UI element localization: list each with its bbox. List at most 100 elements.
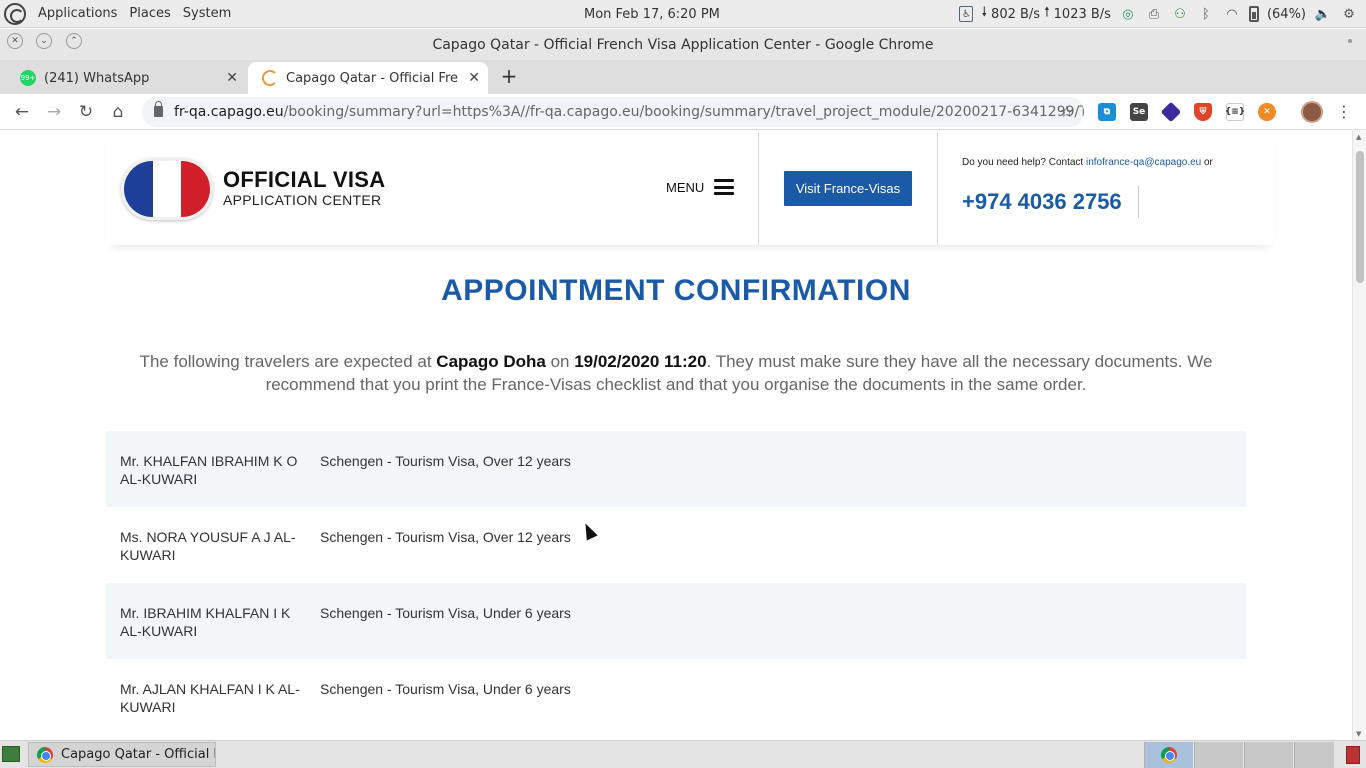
panel-clock[interactable]: Mon Feb 17, 6:20 PM <box>584 0 720 28</box>
menu-label: MENU <box>666 179 705 195</box>
traveler-row: Ms. NORA YOUSUF A J AL-KUWARI Schengen -… <box>106 507 1246 583</box>
appointment-datetime: 19/02/2020 11:20 <box>574 352 707 371</box>
accessibility-icon[interactable]: ♿ <box>959 6 974 22</box>
chrome-icon <box>37 746 53 763</box>
traveler-row: Mr. KHALFAN IBRAHIM K O AL-KUWARI Scheng… <box>106 431 1246 507</box>
wifi-icon[interactable]: ◠ <box>1223 5 1241 23</box>
new-tab-icon[interactable]: + <box>498 66 520 88</box>
battery-percent: (64%) <box>1266 6 1306 22</box>
header-divider <box>937 131 938 245</box>
workspace-3[interactable] <box>1244 742 1293 768</box>
brand-title: OFFICIAL VISA <box>223 167 386 192</box>
tab-capago[interactable]: Capago Qatar - Official French ✕ <box>248 62 488 94</box>
traveler-name: Ms. NORA YOUSUF A J AL-KUWARI <box>120 529 296 563</box>
traveler-name: Mr. KHALFAN IBRAHIM K O AL-KUWARI <box>120 453 298 487</box>
window-titlebar: ✕ ⌄ ⌃ Capago Qatar - Official French Vis… <box>0 29 1366 60</box>
net-down-value: 802 B/s <box>991 6 1041 22</box>
visit-france-visas-button[interactable]: Visit France-Visas <box>784 171 912 206</box>
traveler-visa-type: Schengen - Tourism Visa, Over 12 years <box>320 453 571 469</box>
scroll-down-arrow-icon[interactable]: ▼ <box>1356 730 1361 738</box>
phone-divider <box>1138 186 1139 218</box>
menu-system[interactable]: System <box>177 0 237 27</box>
extension-screen-icon[interactable]: ⧉ <box>1098 103 1116 121</box>
capago-favicon-icon <box>262 70 278 86</box>
help-prefix: Do you need help? Contact <box>962 157 1086 168</box>
header-divider <box>758 131 759 245</box>
tab-label: (241) WhatsApp <box>44 70 150 86</box>
forward-arrow-icon[interactable]: → <box>44 102 64 122</box>
chrome-icon <box>1161 747 1177 763</box>
help-phone-number[interactable]: +974 4036 2756 <box>962 189 1122 215</box>
url-path: /booking/summary?url=https%3A//fr-qa.cap… <box>283 104 1084 120</box>
desktop-top-panel: Applications Places System Mon Feb 17, 6… <box>0 0 1366 28</box>
tab-label: Capago Qatar - Official French <box>286 70 458 86</box>
window-menu-dot-icon[interactable] <box>1348 39 1352 43</box>
page-title: APPOINTMENT CONFIRMATION <box>441 274 911 307</box>
printer-icon[interactable]: ⎙ <box>1145 5 1163 23</box>
help-email-link[interactable]: infofrance-qa@capago.eu <box>1086 157 1201 168</box>
address-bar[interactable]: fr-qa.capago.eu/booking/summary?url=http… <box>142 97 1084 127</box>
traveler-visa-type: Schengen - Tourism Visa, Under 6 years <box>320 605 571 621</box>
menu-places[interactable]: Places <box>123 0 176 27</box>
url-host: fr-qa.capago.eu <box>174 104 284 120</box>
menu-button[interactable]: MENU <box>666 175 735 199</box>
appointment-center: Capago Doha <box>436 352 546 371</box>
french-flag-logo[interactable] <box>121 158 213 220</box>
lock-icon[interactable] <box>154 101 163 117</box>
home-icon[interactable]: ⌂ <box>108 102 128 122</box>
tab-whatsapp[interactable]: 99+ (241) WhatsApp ✕ <box>6 62 246 94</box>
extension-diamond-icon[interactable] <box>1160 101 1182 123</box>
profile-avatar[interactable] <box>1301 101 1323 123</box>
workspace-2[interactable] <box>1194 742 1243 768</box>
taskbar-chrome-window[interactable]: Capago Qatar - Official F... <box>28 742 216 767</box>
upload-arrow-icon: 🠕 <box>1044 5 1050 20</box>
bookmark-star-icon[interactable]: ☆ <box>1060 102 1074 121</box>
os-logo-icon[interactable] <box>4 2 26 25</box>
workspace-4[interactable] <box>1294 742 1334 768</box>
back-arrow-icon[interactable]: ← <box>12 102 32 122</box>
intro-text-1: The following travelers are expected at <box>139 352 437 371</box>
chrome-menu-icon[interactable]: ⋮ <box>1336 102 1352 122</box>
workspace-1[interactable] <box>1144 742 1193 768</box>
extension-orange-icon[interactable]: ✕ <box>1258 103 1276 121</box>
extension-json-icon[interactable]: {≡} <box>1225 103 1245 121</box>
show-desktop-icon[interactable] <box>2 746 20 762</box>
page-scrollbar[interactable]: ▲ ▼ <box>1352 131 1366 740</box>
flag-white <box>152 161 182 217</box>
net-up-value: 1023 B/s <box>1053 6 1111 22</box>
scroll-up-arrow-icon[interactable]: ▲ <box>1356 133 1361 141</box>
taskbar-task-label: Capago Qatar - Official F... <box>61 747 216 762</box>
traveler-name: Mr. AJLAN KHALFAN I K AL-KUWARI <box>120 681 300 715</box>
menu-applications[interactable]: Applications <box>32 0 123 27</box>
tab-close-icon[interactable]: ✕ <box>468 70 480 86</box>
traveler-name: Mr. IBRAHIM KHALFAN I K AL-KUWARI <box>120 605 291 639</box>
system-tray: ♿ 🠗 802 B/s 🠕 1023 B/s ◎ ⎙ ⚇ ᛒ ◠ (64%) 🔈… <box>959 0 1358 28</box>
traveler-row: Mr. IBRAHIM KHALFAN I K AL-KUWARI Scheng… <box>106 583 1246 659</box>
help-contact-line: Do you need help? Contact infofrance-qa@… <box>962 157 1213 168</box>
flag-red <box>181 161 210 217</box>
site-header: OFFICIAL VISA APPLICATION CENTER MENU Vi… <box>106 131 1274 245</box>
travelers-table: Mr. KHALFAN IBRAHIM K O AL-KUWARI Scheng… <box>106 431 1246 735</box>
tab-close-icon[interactable]: ✕ <box>226 70 238 86</box>
flag-blue <box>124 161 153 217</box>
extension-selenium-icon[interactable]: Se <box>1130 103 1148 121</box>
sync-icon[interactable]: ◎ <box>1119 5 1137 23</box>
settings-gear-icon[interactable]: ⚙ <box>1340 5 1358 23</box>
traveler-row: Mr. AJLAN KHALFAN I K AL-KUWARI Schengen… <box>106 659 1246 735</box>
hamburger-icon <box>714 179 735 195</box>
page-viewport: OFFICIAL VISA APPLICATION CENTER MENU Vi… <box>0 131 1352 740</box>
help-suffix: or <box>1201 157 1213 168</box>
reload-icon[interactable]: ↻ <box>76 102 96 122</box>
brand-subtitle: APPLICATION CENTER <box>223 192 382 208</box>
window-title: Capago Qatar - Official French Visa Appl… <box>432 37 934 53</box>
extension-shield-icon[interactable]: ⛨ <box>1194 103 1212 121</box>
volume-icon[interactable]: 🔈 <box>1314 5 1332 23</box>
scrollbar-thumb[interactable] <box>1356 151 1364 283</box>
trash-icon[interactable] <box>1346 746 1360 764</box>
tripmode-icon[interactable]: ⚇ <box>1171 5 1189 23</box>
network-speed: 🠗 802 B/s 🠕 1023 B/s <box>981 3 1110 25</box>
bluetooth-icon[interactable]: ᛒ <box>1197 5 1215 23</box>
traveler-visa-type: Schengen - Tourism Visa, Over 12 years <box>320 529 571 545</box>
battery-icon[interactable] <box>1248 6 1259 22</box>
appointment-intro: The following travelers are expected at … <box>120 350 1232 396</box>
